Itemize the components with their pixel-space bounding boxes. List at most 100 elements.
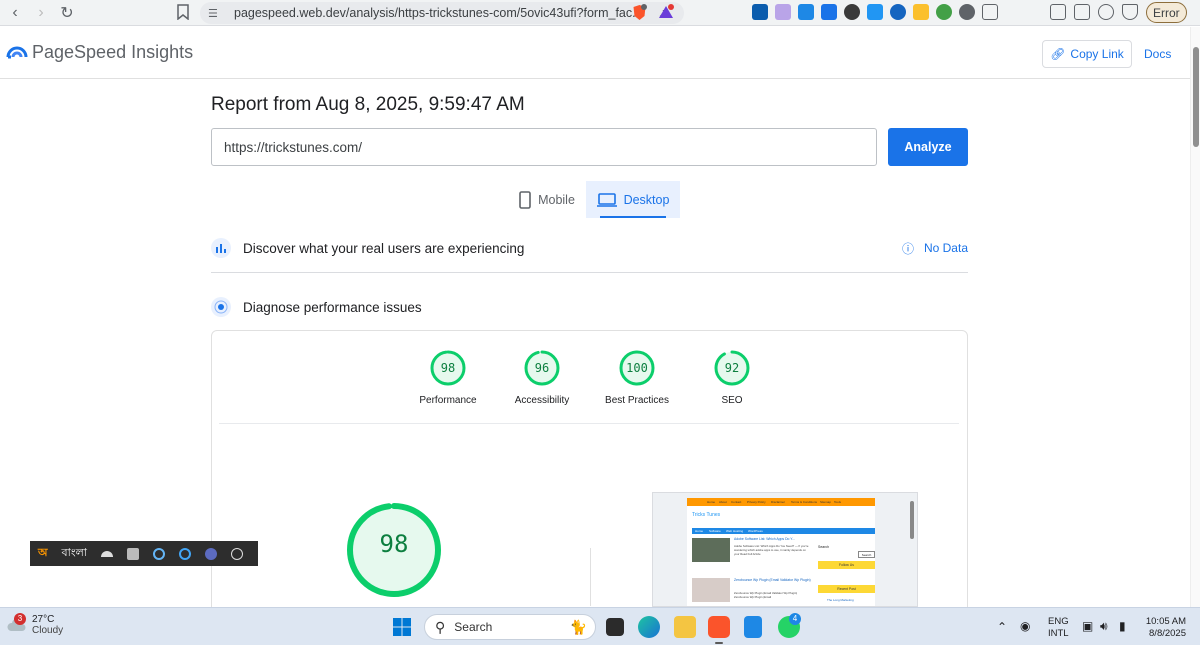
language-bar: অ বাংলা: [30, 541, 258, 566]
thumbnail-menu-item: Home: [695, 529, 704, 533]
diagnose-icon: [211, 297, 231, 317]
score-gauge-accessibility[interactable]: 96 Accessibility: [497, 349, 587, 406]
score-gauge-performance[interactable]: 98 Performance: [403, 349, 493, 406]
thumbnail-post2-excerpt: Zerobounce Wp Plugin (Email Validator Wp…: [734, 591, 798, 599]
thumbnail-nav-item: Privacy Policy: [747, 500, 766, 504]
language-selector[interactable]: বাংলা: [62, 544, 87, 563]
app-header: PageSpeed Insights 🔗︎ Copy Link Docs: [0, 27, 1190, 79]
extension-puzzle-icon[interactable]: [982, 4, 998, 20]
brave-browser-icon[interactable]: [708, 616, 730, 638]
brave-shield-icon[interactable]: [632, 4, 647, 21]
taskbar-search[interactable]: ⚲ Search 🐈: [424, 614, 596, 640]
clock-time: 10:05 AM: [1145, 616, 1186, 627]
extension-camera-icon[interactable]: [798, 4, 814, 20]
thumbnail-nav-item: Tools: [834, 500, 842, 504]
thumbnail-menu-item: WordPress: [748, 529, 763, 533]
extension-x-icon[interactable]: [844, 4, 860, 20]
site-info-icon[interactable]: ☰: [208, 7, 224, 20]
tools-icon[interactable]: [126, 547, 139, 560]
gauge-score: 96: [534, 361, 550, 375]
thumbnail-recent-item: The Long Marketing: [827, 598, 854, 602]
score-gauge-best-practices[interactable]: 100 Best Practices: [592, 349, 682, 406]
real-users-heading: Discover what your real users are experi…: [243, 240, 525, 256]
wallet-icon[interactable]: [1074, 4, 1090, 20]
info-icon: ⓘ: [901, 241, 914, 256]
gauge-ring: 98: [429, 349, 467, 387]
thumbnail-site-title: Tricks Tunes: [692, 512, 721, 518]
extension-yellow-icon[interactable]: [913, 4, 929, 20]
address-url[interactable]: pagespeed.web.dev/analysis/https-trickst…: [234, 6, 658, 20]
url-input[interactable]: [211, 128, 877, 166]
thumbnail-search-label: Search: [818, 545, 830, 549]
network-icon[interactable]: ▣: [1082, 619, 1093, 633]
taskbar-search-label: Search: [454, 620, 493, 634]
volume-icon[interactable]: 🔊︎: [1100, 619, 1108, 634]
windows-start-icon[interactable]: [393, 618, 411, 636]
page-scrollbar[interactable]: [1190, 27, 1200, 607]
error-button[interactable]: Error: [1146, 2, 1187, 23]
analyze-button[interactable]: Analyze: [888, 128, 968, 166]
reload-icon[interactable]: ↻: [56, 2, 78, 24]
security-icon[interactable]: ◉: [1020, 619, 1030, 633]
thumbnail-nav-item: Disclaimer: [771, 500, 786, 504]
app-title[interactable]: PageSpeed Insights: [32, 42, 193, 63]
thumbnail-recent-box: Recent Post: [818, 585, 875, 593]
extension-blue-circle-icon[interactable]: [890, 4, 906, 20]
extension-gear-icon[interactable]: [959, 4, 975, 20]
diagnose-heading: Diagnose performance issues: [243, 299, 422, 315]
extension-tag-icon[interactable]: [821, 4, 837, 20]
extension-globe-icon[interactable]: [936, 4, 952, 20]
power-icon[interactable]: [230, 547, 243, 560]
real-users-section: Discover what your real users are experi…: [211, 238, 968, 258]
score-gauge-seo[interactable]: 92 SEO: [687, 349, 777, 406]
thumbnail-nav-item: Sitemap: [820, 500, 832, 504]
docs-link[interactable]: Docs: [1144, 47, 1171, 61]
pagespeed-logo-icon[interactable]: [6, 43, 28, 63]
ie-icon[interactable]: [178, 547, 191, 560]
gauge-score: 92: [724, 361, 740, 375]
copy-link-button[interactable]: 🔗︎ Copy Link: [1042, 40, 1132, 68]
help-icon[interactable]: [204, 547, 217, 560]
input-language[interactable]: ENG INTL: [1048, 616, 1069, 640]
extension-download-icon[interactable]: [867, 4, 883, 20]
extension-icons: [752, 4, 998, 20]
extension-check-icon[interactable]: [752, 4, 768, 20]
task-view-icon[interactable]: [606, 618, 624, 636]
search-icon: ⚲: [435, 618, 446, 635]
thumbnail-post-image: [692, 578, 730, 602]
link-icon: 🔗︎: [1050, 47, 1066, 61]
back-icon[interactable]: ‹: [4, 2, 26, 24]
search-highlight-icon: 🐈: [569, 618, 587, 635]
system-clock[interactable]: 10:05 AM 8/8/2025: [1140, 616, 1186, 640]
address-bar[interactable]: ☰ pagespeed.web.dev/analysis/https-trick…: [200, 2, 684, 24]
extension-pen-icon[interactable]: [775, 4, 791, 20]
keyboard-icon[interactable]: [100, 550, 113, 557]
bookmark-icon[interactable]: [176, 4, 190, 20]
thumbnail-post1-excerpt: Adobe Software List: Which Apps Do You N…: [734, 544, 809, 556]
forward-icon[interactable]: ›: [30, 2, 52, 24]
page-screenshot-thumbnail[interactable]: Home About Contact Privacy Policy Discla…: [652, 492, 918, 607]
scrollbar-thumb[interactable]: [1193, 47, 1199, 147]
gauge-ring: 96: [523, 349, 561, 387]
tab-desktop[interactable]: Desktop: [586, 181, 680, 218]
notepad-icon[interactable]: [744, 616, 762, 638]
no-data-status[interactable]: ⓘ No Data: [902, 240, 968, 257]
battery-icon[interactable]: ▮: [1119, 619, 1126, 633]
leo-ai-icon[interactable]: [1098, 4, 1114, 20]
thumbnail-post-image: [692, 538, 730, 562]
tab-mobile[interactable]: Mobile: [508, 181, 586, 218]
edge-icon[interactable]: [638, 616, 660, 638]
browser-right-icons: [1050, 4, 1138, 20]
brave-rewards-icon[interactable]: [658, 4, 674, 20]
weather-condition: Cloudy: [32, 625, 64, 636]
tab-desktop-label: Desktop: [623, 192, 670, 207]
keyboard-layout: INTL: [1048, 628, 1069, 639]
settings-gear-icon[interactable]: [152, 547, 165, 560]
thumbnail-search-button: Search: [858, 551, 875, 558]
vpn-icon[interactable]: [1122, 4, 1138, 20]
sidebar-icon[interactable]: [1050, 4, 1066, 20]
weather-widget[interactable]: 3 27°C Cloudy: [6, 613, 64, 636]
show-hidden-icons[interactable]: ⌃: [997, 620, 1007, 634]
file-explorer-icon[interactable]: [674, 616, 696, 638]
avro-icon[interactable]: অ: [38, 544, 48, 563]
